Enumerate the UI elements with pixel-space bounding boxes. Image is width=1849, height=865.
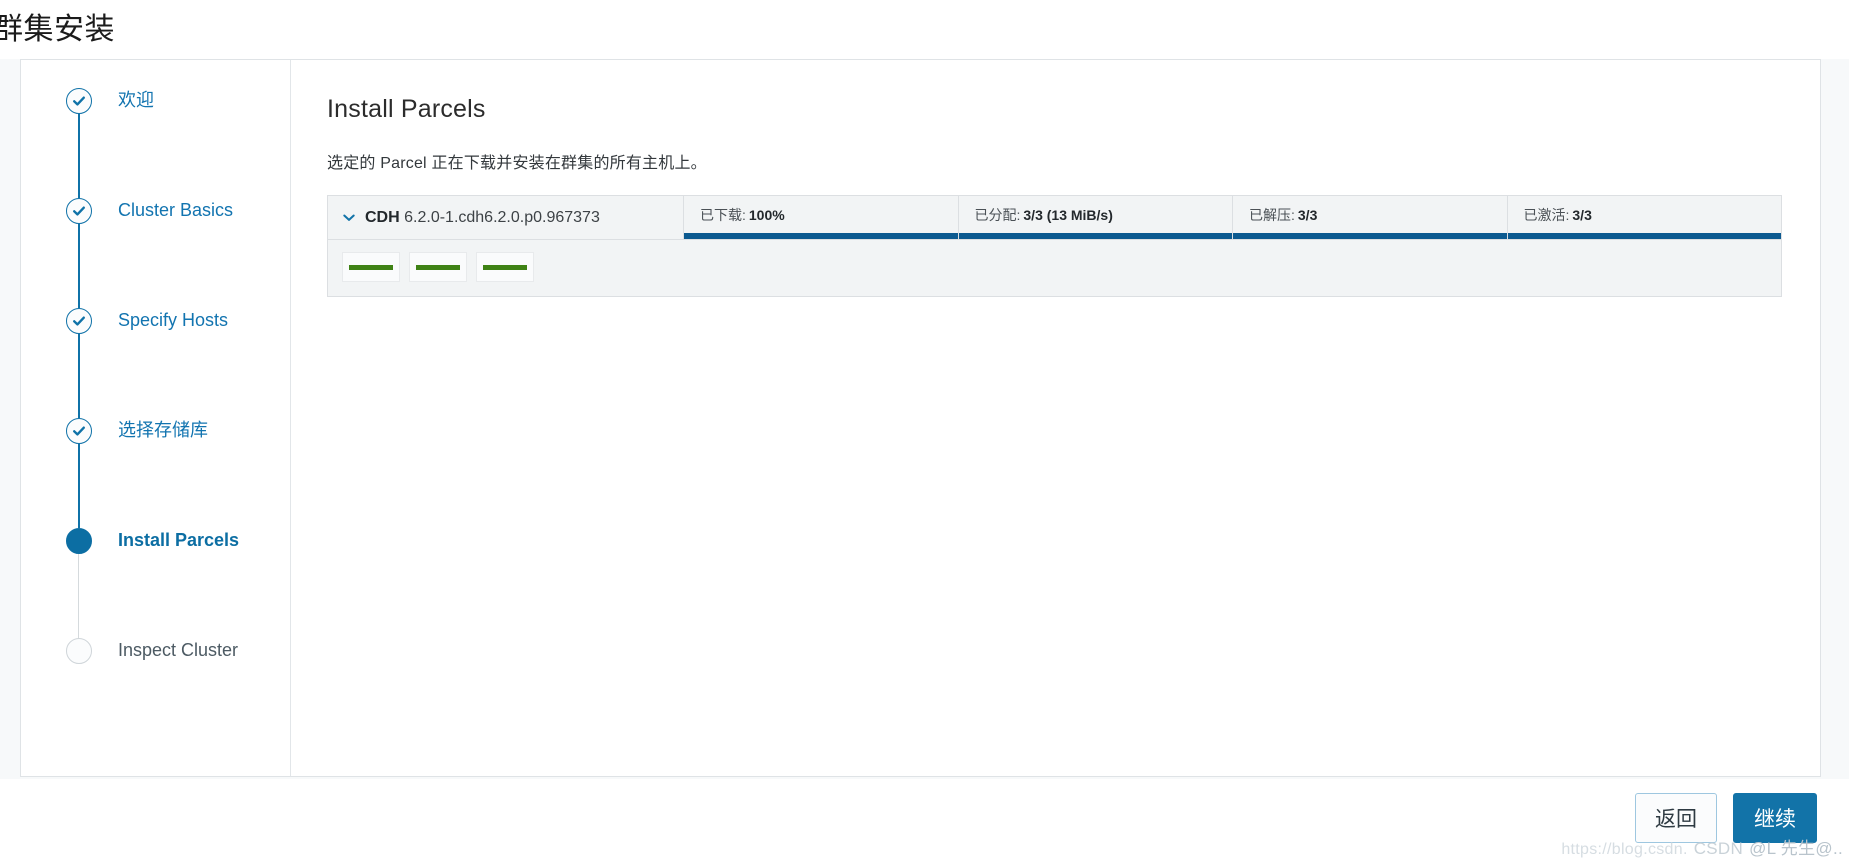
progress-label: 已解压: 3/3 — [1249, 196, 1507, 225]
parcel-progress-2: 已分配: 3/3 (13 MiB/s) — [957, 196, 1233, 239]
check-circle-icon — [66, 88, 92, 114]
wizard-step-6[interactable]: Inspect Cluster — [21, 634, 290, 724]
page-title: 群集安装 — [0, 13, 115, 46]
parcel-host-card[interactable] — [342, 252, 400, 282]
content-title: Install Parcels — [327, 95, 486, 123]
wizard-step-5[interactable]: Install Parcels — [21, 524, 290, 638]
step-connector — [78, 444, 80, 528]
wizard-step-rail: 欢迎 Cluster Basics Specify Hosts 选择存储库 Instal… — [21, 60, 291, 776]
wizard-step-label: 欢迎 — [118, 90, 154, 110]
host-progress-bar — [483, 264, 527, 270]
wizard-step-1[interactable]: 欢迎 — [21, 84, 290, 198]
progress-value: 100% — [748, 207, 785, 223]
progress-label: 已分配: 3/3 (13 MiB/s) — [975, 196, 1233, 225]
page-header: 群集安装 — [0, 0, 1849, 59]
wizard-footer: 返回 继续 — [0, 779, 1849, 865]
parcel-progress-4: 已激活: 3/3 — [1506, 196, 1782, 239]
footer-actions: 返回 继续 — [1635, 793, 1817, 843]
wizard-panel: 欢迎 Cluster Basics Specify Hosts 选择存储库 Instal… — [20, 59, 1821, 777]
progress-value: 3/3 — [1572, 207, 1592, 223]
parcel-host-card[interactable] — [476, 252, 534, 282]
step-connector — [78, 224, 80, 308]
back-button[interactable]: 返回 — [1635, 793, 1717, 843]
host-progress-bar — [349, 264, 393, 270]
host-progress-bar — [416, 264, 460, 270]
progress-fill — [1233, 233, 1507, 239]
progress-fill — [1507, 233, 1781, 239]
step-circle — [66, 418, 92, 444]
parcel-host-card[interactable] — [409, 252, 467, 282]
progress-label-text: 已分配: — [974, 207, 1021, 223]
step-circle — [66, 308, 92, 334]
progress-fill — [958, 233, 1232, 239]
progress-label-text: 已激活: — [1523, 207, 1570, 223]
check-circle-icon — [66, 418, 92, 444]
chevron-down-icon[interactable] — [342, 211, 356, 225]
parcel-name-cell[interactable]: CDH 6.2.0-1.cdh6.2.0.p0.967373 — [328, 196, 683, 239]
parcel-row[interactable]: CDH 6.2.0-1.cdh6.2.0.p0.967373 已下载: 100% 已… — [328, 196, 1781, 240]
parcel-host-list — [328, 240, 1781, 296]
wizard-step-2[interactable]: Cluster Basics — [21, 194, 290, 308]
progress-track — [1507, 233, 1781, 239]
content-description: 选定的 Parcel 正在下载并安装在群集的所有主机上。 — [327, 155, 707, 172]
progress-label-text: 已下载: — [700, 207, 746, 223]
parcel-panel: CDH 6.2.0-1.cdh6.2.0.p0.967373 已下载: 100% 已… — [327, 195, 1782, 297]
cluster-install-wizard: 群集安装 欢迎 Cluster Basics Specify Hosts 选择存储库 I… — [0, 0, 1849, 865]
progress-fill — [684, 233, 958, 239]
step-circle — [66, 528, 92, 554]
check-circle-icon — [66, 198, 92, 224]
progress-track — [684, 233, 958, 239]
progress-track — [1233, 233, 1507, 239]
parcel-progress-3: 已解压: 3/3 — [1232, 196, 1507, 239]
progress-label: 已下载: 100% — [700, 196, 958, 225]
parcel-progress-group: 已下载: 100% 已分配: 3/3 (13 MiB/s) 已解压: 3/3 已激活: 3/3 — [683, 196, 1781, 239]
step-connector — [78, 554, 80, 638]
wizard-step-4[interactable]: 选择存储库 — [21, 414, 290, 528]
step-connector — [78, 114, 80, 198]
step-circle — [66, 638, 92, 664]
wizard-step-label: Cluster Basics — [118, 200, 234, 220]
step-circle — [66, 198, 92, 224]
wizard-step-3[interactable]: Specify Hosts — [21, 304, 290, 418]
progress-label: 已激活: 3/3 — [1524, 196, 1782, 225]
wizard-content: Install Parcels 选定的 Parcel 正在下载并安装在群集的所有… — [291, 60, 1820, 776]
empty-circle-icon — [66, 638, 92, 664]
parcel-name: CDH 6.2.0-1.cdh6.2.0.p0.967373 — [365, 209, 600, 227]
parcel-progress-1: 已下载: 100% — [683, 196, 958, 239]
parcel-version: 6.2.0-1.cdh6.2.0.p0.967373 — [404, 208, 600, 226]
wizard-frame: 欢迎 Cluster Basics Specify Hosts 选择存储库 Instal… — [0, 59, 1849, 779]
filled-circle-icon — [66, 528, 92, 554]
step-circle — [66, 88, 92, 114]
progress-value: 3/3 (13 MiB/s) — [1023, 207, 1113, 223]
progress-label-text: 已解压: — [1249, 207, 1295, 223]
progress-value: 3/3 — [1297, 207, 1318, 223]
step-connector — [78, 334, 80, 418]
wizard-step-label: Specify Hosts — [118, 310, 229, 330]
wizard-step-label: Install Parcels — [118, 530, 240, 550]
wizard-step-label: 选择存储库 — [118, 420, 208, 440]
wizard-step-label: Inspect Cluster — [118, 640, 239, 660]
continue-button[interactable]: 继续 — [1733, 793, 1817, 843]
check-circle-icon — [66, 308, 92, 334]
progress-track — [958, 233, 1232, 239]
parcel-product: CDH — [365, 208, 400, 226]
